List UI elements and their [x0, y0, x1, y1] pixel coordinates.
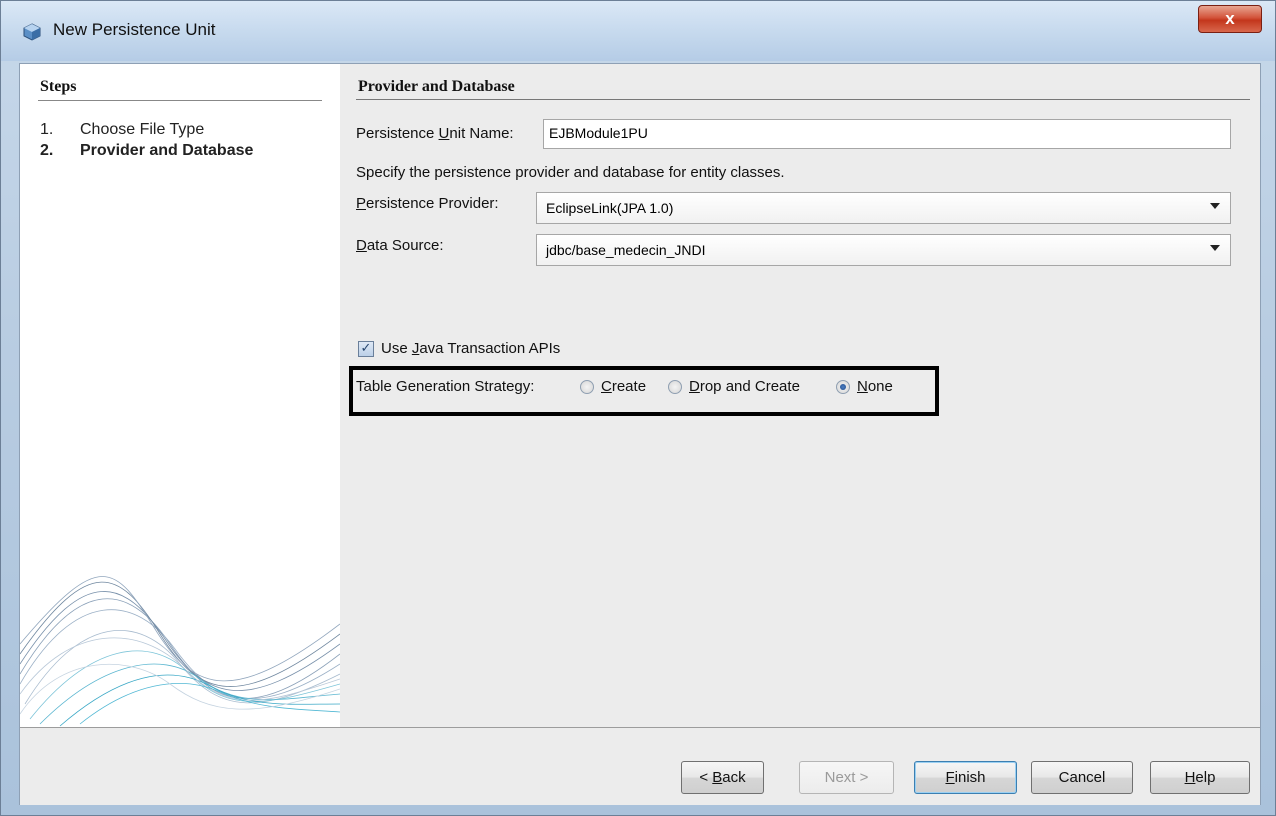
window-title: New Persistence Unit [53, 20, 216, 39]
step-number: 2. [40, 142, 54, 159]
data-source-label: Data Source: [356, 237, 444, 254]
provider-label: Persistence Provider: [356, 195, 499, 212]
jta-checkbox[interactable]: ✓ [358, 341, 374, 357]
close-button[interactable]: x [1198, 5, 1262, 33]
steps-divider [38, 100, 322, 101]
title-bar: New Persistence Unit x [1, 1, 1275, 61]
selected-provider: EclipseLink(JPA 1.0) [546, 200, 674, 216]
description-text: Specify the persistence provider and dat… [356, 164, 785, 181]
cancel-button[interactable]: Cancel [1031, 761, 1133, 794]
jta-label[interactable]: Use Java Transaction APIs [381, 340, 560, 357]
button-bar: < Back Next > Finish Cancel Help [20, 727, 1260, 805]
dialog-window: New Persistence Unit x Steps 1. Choose Fi… [0, 0, 1276, 816]
persistence-provider-select[interactable]: EclipseLink(JPA 1.0) [536, 192, 1231, 224]
steps-title: Steps [40, 78, 77, 95]
unit-name-label: Persistence Unit Name: [356, 125, 514, 142]
table-generation-label: Table Generation Strategy: [356, 378, 535, 395]
help-button[interactable]: Help [1150, 761, 1250, 794]
section-title: Provider and Database [358, 78, 515, 95]
finish-button[interactable]: Finish [914, 761, 1017, 794]
steps-panel: Steps 1. Choose File Type 2. Provider and … [20, 64, 340, 727]
radio-create[interactable] [580, 380, 594, 394]
checkmark-icon: ✓ [360, 341, 372, 356]
step-item-choose-file-type: 1. Choose File Type [40, 121, 204, 139]
dialog-body: Steps 1. Choose File Type 2. Provider and … [19, 63, 1261, 805]
back-button[interactable]: < Back [681, 761, 764, 794]
radio-create-label[interactable]: Create [601, 378, 646, 395]
unit-name-input[interactable]: EJBModule1PU [543, 119, 1231, 149]
step-label: Provider and Database [80, 142, 254, 159]
radio-none-label[interactable]: None [857, 378, 893, 395]
data-source-select[interactable]: jdbc/base_medecin_JNDI [536, 234, 1231, 266]
radio-none[interactable] [836, 380, 850, 394]
radio-drop-and-create[interactable] [668, 380, 682, 394]
chevron-down-icon [1210, 245, 1220, 251]
step-label: Choose File Type [80, 121, 205, 138]
app-cube-icon [23, 23, 41, 41]
selected-data-source: jdbc/base_medecin_JNDI [546, 242, 706, 258]
decorative-wave-graphic [20, 576, 340, 727]
chevron-down-icon [1210, 203, 1220, 209]
next-button[interactable]: Next > [799, 761, 894, 794]
provider-database-panel: Provider and Database Persistence Unit N… [340, 64, 1260, 727]
section-divider [356, 99, 1250, 100]
step-item-provider-and-database: 2. Provider and Database [40, 142, 253, 160]
step-number: 1. [40, 121, 54, 138]
radio-drop-and-create-label[interactable]: Drop and Create [689, 378, 800, 395]
